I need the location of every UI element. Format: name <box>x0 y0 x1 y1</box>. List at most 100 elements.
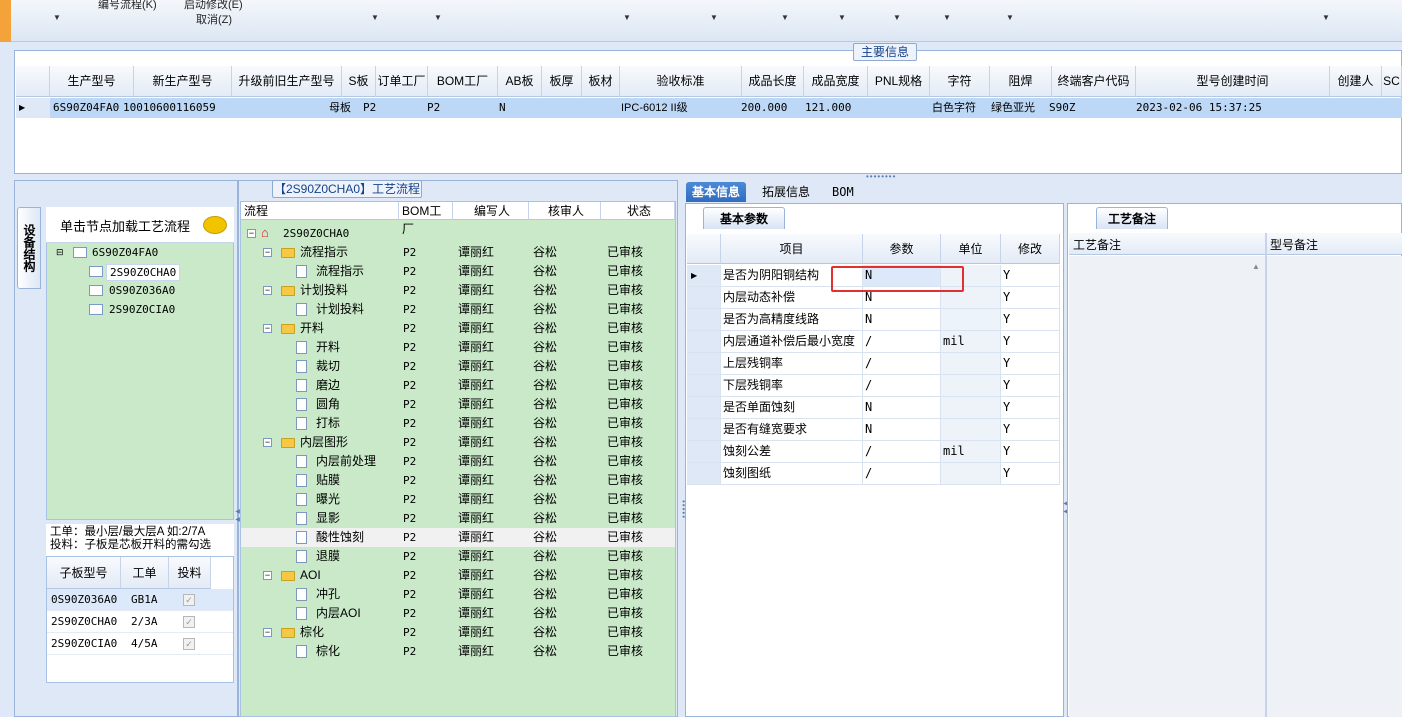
param-value[interactable]: / <box>863 463 941 484</box>
tab-extended-info[interactable]: 拓展信息 <box>756 182 816 202</box>
process-row[interactable]: 磨边 P2 谭丽红 谷松 已审核 <box>241 376 675 395</box>
tab-basic-params[interactable]: 基本参数 <box>703 207 785 229</box>
cell-bom-factory[interactable]: P2 <box>424 98 464 118</box>
collapse-icon[interactable]: ⊟ <box>56 247 64 258</box>
process-row[interactable]: 贴膜 P2 谭丽红 谷松 已审核 <box>241 471 675 490</box>
param-value[interactable]: N <box>863 309 941 330</box>
col-header-order-factory[interactable]: 订单工厂 <box>376 66 428 97</box>
col-header-solder[interactable]: 阻焊 <box>990 66 1052 97</box>
col-header-sub-model[interactable]: 子板型号 <box>47 557 121 589</box>
dropdown-arrow-icon[interactable]: ▼ <box>1322 13 1330 22</box>
tab-process-remark[interactable]: 工艺备注 <box>1096 207 1168 229</box>
param-value[interactable]: / <box>863 331 941 352</box>
process-row[interactable]: − 计划投料 P2 谭丽红 谷松 已审核 <box>241 281 675 300</box>
splitter-handle[interactable]: ◀◀ <box>234 508 241 524</box>
col-header-param[interactable]: 参数 <box>863 234 941 264</box>
col-header-unit[interactable]: 单位 <box>941 234 1001 264</box>
process-row[interactable]: 计划投料 P2 谭丽红 谷松 已审核 <box>241 300 675 319</box>
process-row[interactable]: − 内层图形 P2 谭丽红 谷松 已审核 <box>241 433 675 452</box>
dropdown-arrow-icon[interactable]: ▼ <box>1006 13 1014 22</box>
cell-width[interactable]: 121.000 <box>802 98 868 118</box>
col-header-item[interactable]: 项目 <box>721 234 863 264</box>
process-row[interactable]: 退膜 P2 谭丽红 谷松 已审核 <box>241 547 675 566</box>
tab-equipment-structure[interactable]: 设备结构 <box>17 207 41 289</box>
table-row[interactable]: 0S90Z036A0 GB1A ✓ <box>47 589 233 611</box>
process-row[interactable]: 圆角 P2 谭丽红 谷松 已审核 <box>241 395 675 414</box>
dropdown-arrow-icon[interactable]: ▼ <box>623 13 631 22</box>
process-row[interactable]: 冲孔 P2 谭丽红 谷松 已审核 <box>241 585 675 604</box>
process-row[interactable]: − 流程指示 P2 谭丽红 谷松 已审核 <box>241 243 675 262</box>
tree-node-child[interactable]: 2S90Z0CIA0 <box>109 303 175 316</box>
tab-basic-info[interactable]: 基本信息 <box>686 182 747 202</box>
cell-new-model[interactable]: 10010600116059 <box>120 98 232 118</box>
param-row[interactable]: 上层残铜率 / Y <box>687 353 1060 375</box>
dropdown-arrow-icon[interactable]: ▼ <box>710 13 718 22</box>
cell-customer[interactable]: S90Z <box>1046 98 1130 118</box>
col-header-ab-board[interactable]: AB板 <box>498 66 542 97</box>
dropdown-arrow-icon[interactable]: ▼ <box>434 13 442 22</box>
dropdown-arrow-icon[interactable]: ▼ <box>893 13 901 22</box>
col-header-writer[interactable]: 编写人 <box>453 202 529 220</box>
tree-node-child-selected[interactable]: 2S90Z0CHA0 <box>106 264 181 281</box>
param-row[interactable]: 是否为高精度线路 N Y <box>687 309 1060 331</box>
col-header-new-model[interactable]: 新生产型号 <box>134 66 232 97</box>
col-header-sc[interactable]: SC <box>1382 66 1402 97</box>
param-row[interactable]: 是否单面蚀刻 N Y <box>687 397 1060 419</box>
col-header-model[interactable]: 生产型号 <box>50 66 134 97</box>
dropdown-arrow-icon[interactable]: ▼ <box>371 13 379 22</box>
cell-order-factory[interactable]: P2 <box>360 98 400 118</box>
col-header-flow[interactable]: 流程 <box>241 202 399 220</box>
col-header-bom-factory[interactable]: BOM工厂 <box>399 202 453 236</box>
param-row[interactable]: 蚀刻图纸 / Y <box>687 463 1060 485</box>
col-header-acceptance[interactable]: 验收标准 <box>620 66 742 97</box>
process-row[interactable]: 开料 P2 谭丽红 谷松 已审核 <box>241 338 675 357</box>
collapse-icon[interactable]: − <box>263 571 272 580</box>
col-header-material[interactable]: 板材 <box>582 66 620 97</box>
table-row[interactable]: 2S90Z0CIA0 4/5A ✓ <box>47 633 233 655</box>
col-header-creator[interactable]: 创建人 <box>1330 66 1382 97</box>
col-header-status[interactable]: 状态 <box>601 202 675 220</box>
col-header-length[interactable]: 成品长度 <box>742 66 804 97</box>
process-row[interactable]: − 棕化 P2 谭丽红 谷松 已审核 <box>241 623 675 642</box>
feed-checkbox[interactable]: ✓ <box>183 594 195 606</box>
collapse-icon[interactable]: − <box>263 324 272 333</box>
dropdown-arrow-icon[interactable]: ▼ <box>781 13 789 22</box>
process-row[interactable]: 打标 P2 谭丽红 谷松 已审核 <box>241 414 675 433</box>
col-header-modify[interactable]: 修改 <box>1001 234 1060 264</box>
dropdown-arrow-icon[interactable]: ▼ <box>838 13 846 22</box>
param-value[interactable]: / <box>863 353 941 374</box>
col-header-thickness[interactable]: 板厚 <box>542 66 582 97</box>
col-header-sub-feed[interactable]: 投料 <box>169 557 211 589</box>
col-header-bom-factory[interactable]: BOM工厂 <box>428 66 498 97</box>
process-row[interactable]: − 开料 P2 谭丽红 谷松 已审核 <box>241 319 675 338</box>
param-row[interactable]: 内层通道补偿后最小宽度 / mil Y <box>687 331 1060 353</box>
table-row[interactable]: 2S90Z0CHA0 2/3A ✓ <box>47 611 233 633</box>
col-header-s-board[interactable]: S板 <box>342 66 376 97</box>
cell-length[interactable]: 200.000 <box>738 98 804 118</box>
param-row[interactable]: 蚀刻公差 / mil Y <box>687 441 1060 463</box>
process-row[interactable]: 曝光 P2 谭丽红 谷松 已审核 <box>241 490 675 509</box>
tab-bom[interactable]: BOM <box>826 182 860 202</box>
process-row[interactable]: 裁切 P2 谭丽红 谷松 已审核 <box>241 357 675 376</box>
col-header-sub-order[interactable]: 工单 <box>121 557 169 589</box>
process-row[interactable]: − AOI P2 谭丽红 谷松 已审核 <box>241 566 675 585</box>
toolbar-label-number-flow[interactable]: 编号流程(K) <box>98 0 157 12</box>
collapse-icon[interactable]: − <box>247 229 256 238</box>
process-root-row[interactable]: − ⌂ 2S90Z0CHA0 <box>241 224 675 243</box>
tree-node-child[interactable]: 0S90Z036A0 <box>109 284 175 297</box>
collapse-icon[interactable]: − <box>263 628 272 637</box>
col-header-customer[interactable]: 终端客户代码 <box>1052 66 1136 97</box>
collapse-icon[interactable]: − <box>263 286 272 295</box>
tree-node-root[interactable]: 6S90Z04FA0 <box>92 246 158 259</box>
collapse-icon[interactable]: − <box>263 248 272 257</box>
param-value[interactable]: / <box>863 441 941 462</box>
collapse-icon[interactable]: − <box>263 438 272 447</box>
col-header-char[interactable]: 字符 <box>930 66 990 97</box>
cell-ab-board[interactable]: N <box>496 98 536 118</box>
cell-solder[interactable]: 绿色亚光 <box>988 98 1052 118</box>
param-row[interactable]: 下层残铜率 / Y <box>687 375 1060 397</box>
process-row[interactable]: 内层前处理 P2 谭丽红 谷松 已审核 <box>241 452 675 471</box>
cell-char[interactable]: 白色字符 <box>929 98 991 118</box>
col-header-old-model[interactable]: 升级前旧生产型号 <box>232 66 342 97</box>
dropdown-arrow-icon[interactable]: ▼ <box>943 13 951 22</box>
